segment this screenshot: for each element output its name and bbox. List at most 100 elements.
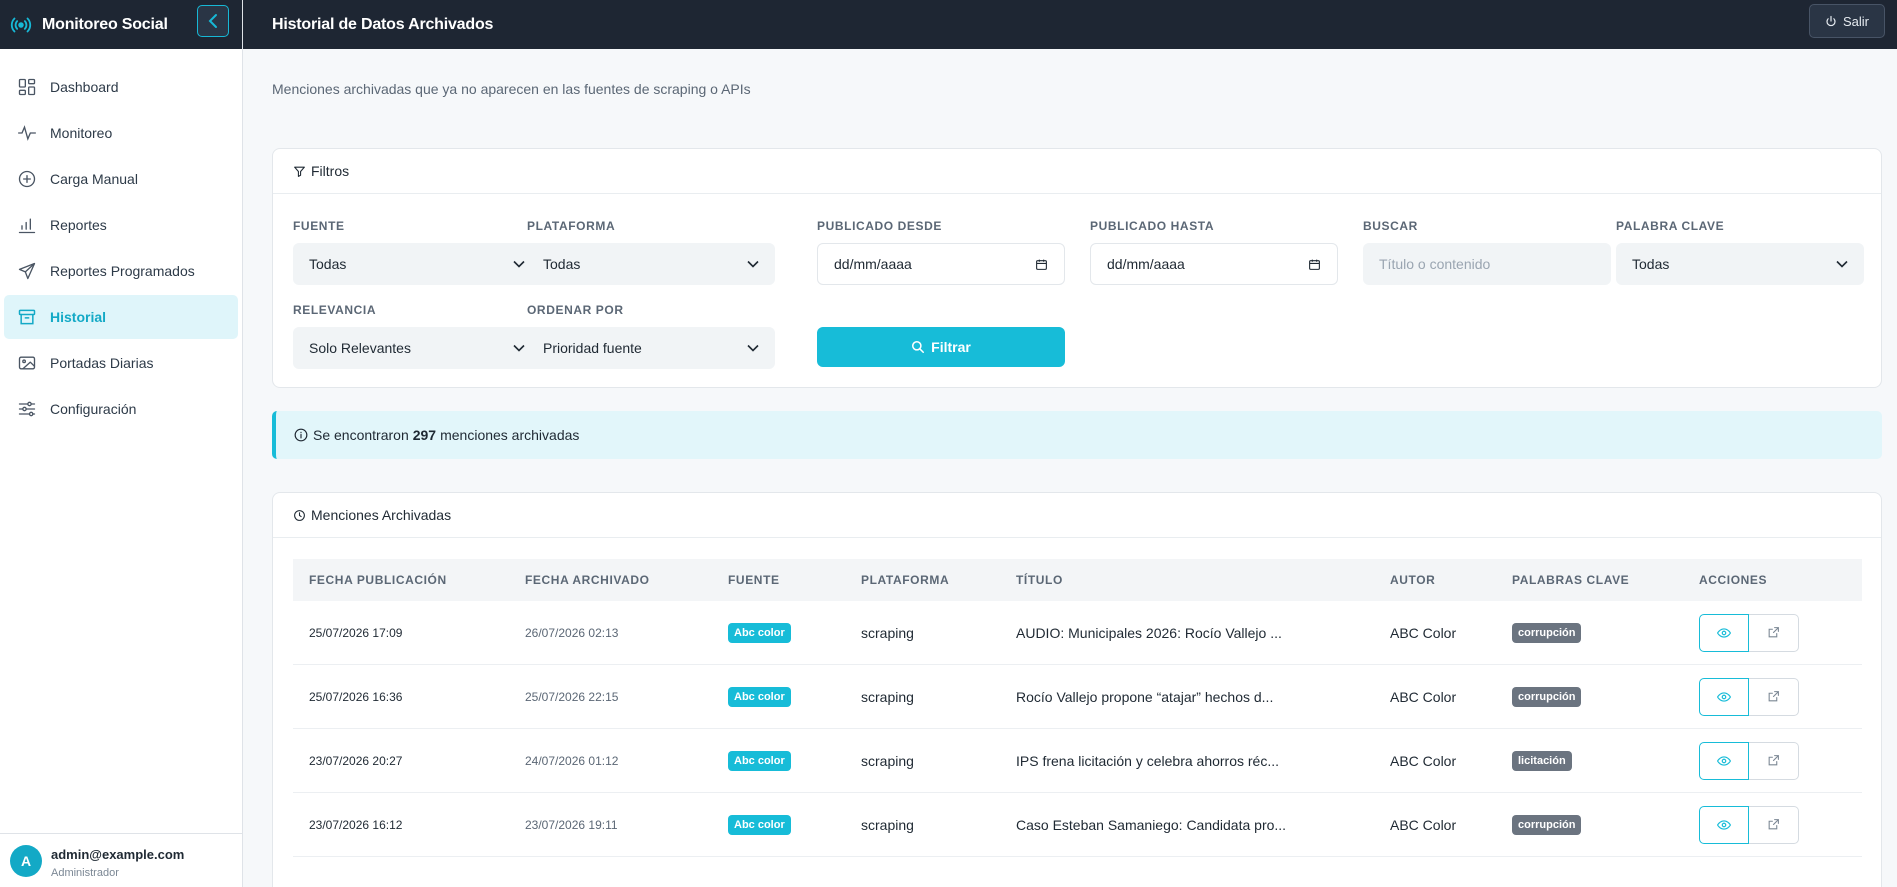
fuente-select[interactable]: Todas [293, 243, 541, 285]
source-badge: Abc color [728, 750, 791, 771]
chevron-down-icon [513, 260, 525, 268]
archived-date: 25/07/2026 22:15 [525, 689, 619, 704]
column-header[interactable]: Plataforma [845, 573, 1000, 587]
column-header[interactable]: Fecha Archivado [509, 573, 712, 587]
keyword-badge: corrupción [1512, 622, 1582, 643]
sidebar-item-monitoreo[interactable]: Monitoreo [4, 111, 238, 155]
mention-title: Caso Esteban Samaniego: Candidata pro... [1016, 816, 1287, 833]
select-value: Todas [543, 256, 581, 272]
column-header[interactable]: Título [1000, 573, 1374, 587]
filter-button[interactable]: Filtrar [817, 327, 1065, 367]
platform: scraping [861, 688, 914, 705]
filter-label: Buscar [1363, 219, 1418, 233]
source-cell: Abc color [712, 686, 845, 707]
mentions-header: Menciones Archivadas [273, 493, 1881, 538]
filter-plataforma: Plataforma Todas [527, 219, 775, 285]
sidebar: Monitoreo Social Dashboard Monitoreo Car… [0, 0, 243, 887]
info-icon [294, 428, 308, 442]
filter-relevancia: Relevancia Solo Relevantes [293, 303, 541, 369]
view-button[interactable] [1699, 741, 1749, 780]
table-row: 25/07/2026 16:36 25/07/2026 22:15 Abc co… [293, 665, 1862, 729]
column-header[interactable]: Fecha Publicación [293, 573, 509, 587]
actions-cell [1683, 848, 1862, 887]
filters-title: Filtros [311, 163, 350, 179]
publicado-desde-input[interactable]: dd/mm/aaaa [817, 243, 1065, 285]
keyword-cell: corrupción [1496, 814, 1683, 835]
filter-label: Relevancia [293, 303, 377, 317]
sidebar-item-historial[interactable]: Historial [4, 295, 238, 339]
user-role: Administrador [51, 866, 119, 879]
keyword-cell: corrupción [1496, 622, 1683, 643]
date-value: dd/mm/aaaa [834, 256, 912, 272]
calendar-icon [1036, 259, 1047, 270]
open-link-button[interactable] [1749, 741, 1799, 780]
mention-title: Rocío Vallejo propone “atajar” hechos d.… [1016, 688, 1274, 705]
published-date: 25/07/2026 16:36 [309, 689, 403, 704]
author: ABC Color [1390, 688, 1457, 705]
filter-button-label: Filtrar [931, 339, 971, 355]
sidebar-item-label: Portadas Diarias [50, 355, 154, 371]
dashboard-icon [18, 78, 36, 96]
plus-circle-icon [18, 170, 36, 188]
view-button[interactable] [1699, 805, 1749, 844]
sidebar-item-reportes[interactable]: Reportes [4, 203, 238, 247]
open-link-button[interactable] [1749, 805, 1799, 844]
select-value: Solo Relevantes [309, 340, 411, 356]
search-input[interactable]: Título o contenido [1363, 243, 1611, 285]
table-row: 23/07/2026 20:27 24/07/2026 01:12 Abc co… [293, 729, 1862, 793]
sidebar-item-label: Reportes [50, 217, 107, 233]
filter-label: Fuente [293, 219, 345, 233]
filter-buscar: Buscar Título o contenido [1363, 219, 1611, 285]
keyword-cell: corrupción [1496, 686, 1683, 707]
filter-publicado-desde: Publicado desde dd/mm/aaaa [817, 219, 1065, 285]
publicado-hasta-input[interactable]: dd/mm/aaaa [1090, 243, 1338, 285]
external-link-icon [1768, 755, 1779, 766]
actions-cell [1683, 741, 1862, 780]
view-button[interactable] [1699, 677, 1749, 716]
topbar: Historial de Datos Archivados Salir [243, 0, 1897, 49]
column-header[interactable]: Autor [1374, 573, 1496, 587]
open-link-button[interactable] [1749, 613, 1799, 652]
filter-label: Publicado hasta [1090, 219, 1215, 233]
filter-publicado-hasta: Publicado hasta dd/mm/aaaa [1090, 219, 1338, 285]
collapse-sidebar-button[interactable] [197, 5, 229, 37]
open-link-button[interactable] [1749, 677, 1799, 716]
source-cell [712, 856, 845, 887]
sidebar-nav: Dashboard Monitoreo Carga Manual Reporte… [0, 49, 242, 431]
sidebar-item-configuracion[interactable]: Configuración [4, 387, 238, 431]
published-date: 23/07/2026 16:12 [309, 817, 403, 832]
table-header: Fecha Publicación Fecha Archivado Fuente… [293, 559, 1862, 601]
user-profile[interactable]: A admin@example.com Administrador [0, 833, 242, 887]
plataforma-select[interactable]: Todas [527, 243, 775, 285]
palabra-clave-select[interactable]: Todas [1616, 243, 1864, 285]
archived-date: 23/07/2026 19:11 [525, 817, 618, 832]
images-icon [18, 356, 36, 370]
column-header[interactable]: Fuente [712, 573, 845, 587]
logout-button[interactable]: Salir [1809, 4, 1885, 38]
sidebar-item-label: Carga Manual [50, 171, 138, 187]
actions-cell [1683, 613, 1862, 652]
column-header[interactable]: Palabras Clave [1496, 573, 1683, 587]
actions-cell [1683, 805, 1862, 844]
calendar-icon [1309, 259, 1320, 270]
filters-header: Filtros [273, 149, 1881, 194]
relevancia-select[interactable]: Solo Relevantes [293, 327, 541, 369]
table-row: 25/07/2026 17:09 26/07/2026 02:13 Abc co… [293, 601, 1862, 665]
chevron-down-icon [747, 344, 759, 352]
sidebar-item-dashboard[interactable]: Dashboard [4, 65, 238, 109]
external-link-icon [1768, 627, 1779, 638]
column-header: Acciones [1699, 573, 1768, 587]
sidebar-item-carga-manual[interactable]: Carga Manual [4, 157, 238, 201]
published-date: 25/07/2026 17:09 [309, 625, 403, 640]
bar-chart-icon [18, 218, 36, 234]
sidebar-item-label: Historial [50, 309, 107, 325]
logout-label: Salir [1842, 13, 1869, 29]
sidebar-item-portadas-diarias[interactable]: Portadas Diarias [4, 341, 238, 385]
sidebar-item-reportes-programados[interactable]: Reportes Programados [4, 249, 238, 293]
view-button[interactable] [1699, 613, 1749, 652]
chevron-down-icon [747, 260, 759, 268]
select-value: Todas [1632, 256, 1670, 272]
filter-palabra-clave: Palabra clave Todas [1616, 219, 1864, 285]
main-content: Menciones archivadas que ya no aparecen … [243, 49, 1897, 887]
ordenar-por-select[interactable]: Prioridad fuente [527, 327, 775, 369]
